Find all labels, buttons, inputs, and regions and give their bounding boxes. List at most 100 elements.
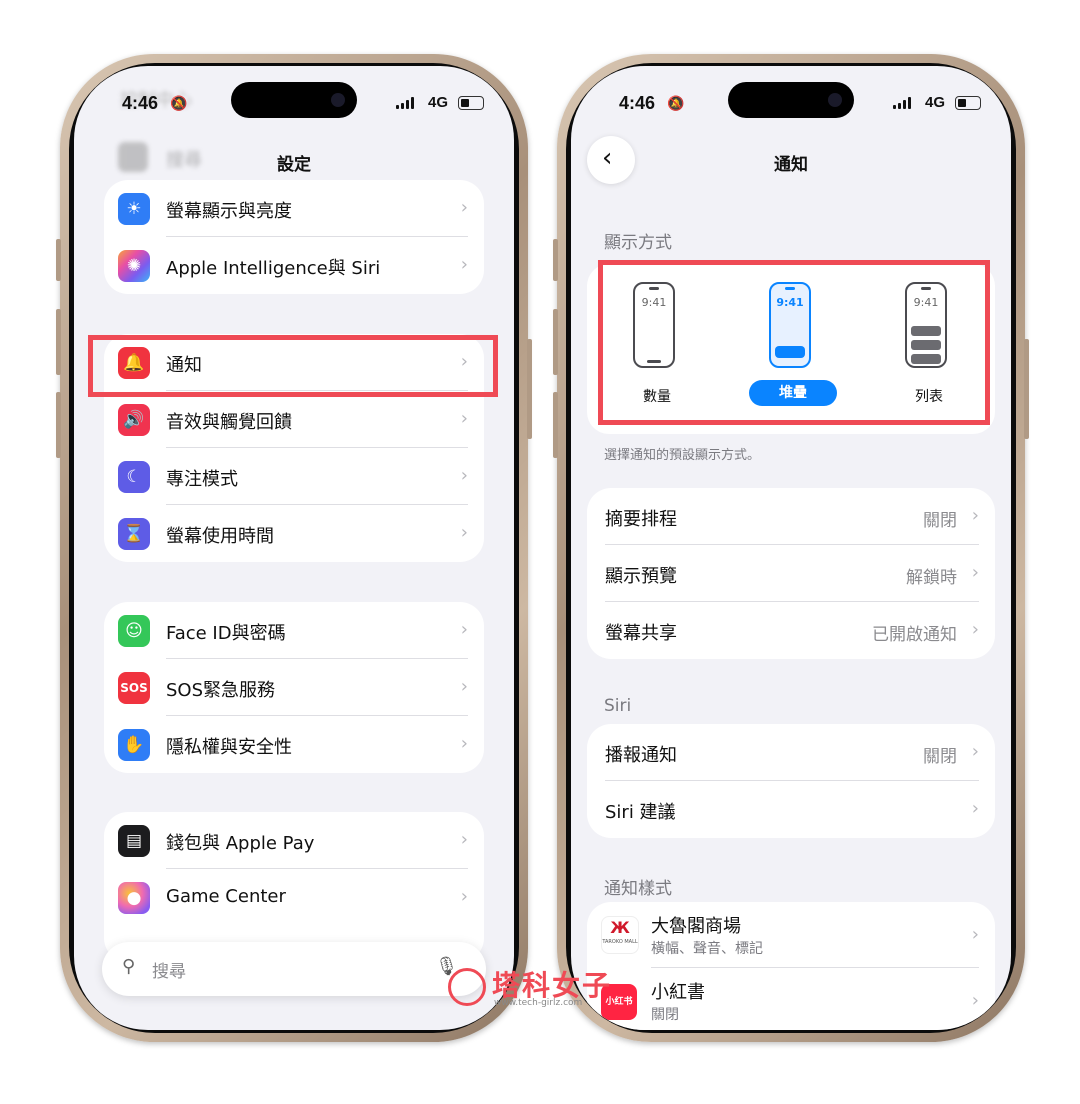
item-label: 音效與觸覺回饋 xyxy=(166,412,292,433)
notifications-screen: 4:46 🔕 4G ‹ 通知 顯示方式 9:41 數量 9:41 堆疊 9:41 xyxy=(571,66,1011,1030)
sos-icon: SOS xyxy=(118,672,150,704)
wallet-icon: ▤ xyxy=(118,825,150,857)
silent-bell-icon: 🔕 xyxy=(170,95,188,111)
item-value: 解鎖時 xyxy=(906,568,957,588)
chevron-right-icon: › xyxy=(971,924,979,945)
chevron-right-icon: › xyxy=(460,886,468,907)
item-label: Game Center xyxy=(166,886,286,907)
watermark-url: www.tech-girlz.com xyxy=(494,998,583,1008)
page-title: 設定 xyxy=(277,155,311,175)
item-label: SOS緊急服務 xyxy=(166,680,276,701)
item-label: Face ID與密碼 xyxy=(166,623,286,644)
item-value: 關閉 xyxy=(923,747,957,767)
chevron-right-icon: › xyxy=(460,619,468,640)
settings-item-display[interactable]: ☀ 螢幕顯示與亮度 › xyxy=(104,180,484,237)
settings-item-announce-notifications[interactable]: 播報通知 關閉 › xyxy=(587,724,995,781)
item-label: 螢幕顯示與亮度 xyxy=(166,201,292,222)
chevron-right-icon: › xyxy=(971,741,979,762)
chevron-right-icon: › xyxy=(971,562,979,583)
status-bar: 4:46 🔕 4G xyxy=(74,93,514,115)
network-type: 4G xyxy=(427,94,448,111)
settings-item-show-previews[interactable]: 顯示預覽 解鎖時 › xyxy=(587,545,995,602)
highlight-display-style xyxy=(598,260,990,425)
chevron-right-icon: › xyxy=(971,505,979,526)
item-label: 摘要排程 xyxy=(605,509,677,530)
item-label: 螢幕共享 xyxy=(605,623,677,644)
settings-group-security: ☺ Face ID與密碼 › SOS SOS緊急服務 › ✋ 隱私權與安全性 › xyxy=(104,602,484,773)
settings-group-display: ☀ 螢幕顯示與亮度 › ✺ Apple Intelligence與 Siri › xyxy=(104,180,484,294)
sun-icon: ☀ xyxy=(118,193,150,225)
speaker-icon: 🔊 xyxy=(118,404,150,436)
chevron-right-icon: › xyxy=(460,254,468,275)
watermark: 塔科女子 www.tech-girlz.com xyxy=(448,964,618,1014)
item-value: 關閉 xyxy=(923,511,957,531)
chevron-right-icon: › xyxy=(460,197,468,218)
app-name: 大魯閣商場 xyxy=(651,916,741,937)
action-button xyxy=(56,239,61,281)
section-header-siri: Siri xyxy=(604,696,632,716)
app-detail: 橫幅、聲音、標記 xyxy=(651,941,763,957)
chevron-right-icon: › xyxy=(971,990,979,1011)
game-center-icon: ● xyxy=(118,882,150,914)
display-footer: 選擇通知的預設顯示方式。 xyxy=(604,448,761,463)
settings-item-siri-suggestions[interactable]: Siri 建議 › xyxy=(587,781,995,838)
section-header-notification-style: 通知樣式 xyxy=(604,879,672,899)
chevron-right-icon: › xyxy=(460,733,468,754)
status-bar: 4:46 🔕 4G xyxy=(571,93,1011,115)
item-label: 專注模式 xyxy=(166,469,238,490)
apple-intelligence-icon: ✺ xyxy=(118,250,150,282)
chevron-right-icon: › xyxy=(460,522,468,543)
side-button xyxy=(1024,339,1029,439)
search-placeholder: 搜尋 xyxy=(152,962,186,982)
chevron-right-icon: › xyxy=(460,676,468,697)
hand-icon: ✋ xyxy=(118,729,150,761)
chevron-right-icon: › xyxy=(971,619,979,640)
app-name: 小紅書 xyxy=(651,982,705,1003)
watermark-logo-icon xyxy=(448,968,486,1006)
volume-up-button xyxy=(553,309,558,375)
app-detail: 關閉 xyxy=(651,1007,679,1023)
settings-item-sos[interactable]: SOS SOS緊急服務 › xyxy=(104,659,484,716)
settings-group-wallet: ▤ 錢包與 Apple Pay › ● Game Center › xyxy=(104,812,484,962)
settings-item-faceid[interactable]: ☺ Face ID與密碼 › xyxy=(104,602,484,659)
item-label: 顯示預覽 xyxy=(605,566,677,587)
settings-item-wallet[interactable]: ▤ 錢包與 Apple Pay › xyxy=(104,812,484,869)
chevron-right-icon: › xyxy=(460,408,468,429)
notification-settings-group: 摘要排程 關閉 › 顯示預覽 解鎖時 › 螢幕共享 已開啟通知 › xyxy=(587,488,995,659)
search-icon: ⚲ xyxy=(122,956,136,977)
settings-item-scheduled-summary[interactable]: 摘要排程 關閉 › xyxy=(587,488,995,545)
volume-down-button xyxy=(56,392,61,458)
battery-icon xyxy=(955,96,981,110)
chevron-right-icon: › xyxy=(971,798,979,819)
section-header-display: 顯示方式 xyxy=(604,233,672,253)
moon-icon: ☾ xyxy=(118,461,150,493)
silent-bell-icon: 🔕 xyxy=(667,95,685,111)
item-label: 隱私權與安全性 xyxy=(166,737,292,758)
app-item-taroko-mall[interactable]: Ж TAROKO MALL 大魯閣商場 橫幅、聲音、標記 › xyxy=(587,902,995,968)
item-label: 播報通知 xyxy=(605,745,677,766)
status-time: 4:46 xyxy=(619,93,656,113)
search-bar[interactable]: ⚲ 搜尋 🎙 xyxy=(102,942,486,996)
item-value: 已開啟通知 xyxy=(872,625,957,645)
faceid-icon: ☺ xyxy=(118,615,150,647)
settings-item-focus[interactable]: ☾ 專注模式 › xyxy=(104,448,484,505)
chevron-right-icon: › xyxy=(460,829,468,850)
hourglass-icon: ⌛ xyxy=(118,518,150,550)
left-phone: 控制中心 搜尋 4:46 🔕 4G 設定 ☀ 螢幕顯示與亮度 › ✺ Apple… xyxy=(56,54,532,1042)
cellular-signal-icon xyxy=(396,97,414,109)
item-label: 錢包與 Apple Pay xyxy=(166,833,315,854)
page-title: 通知 xyxy=(774,155,808,175)
settings-screen: 控制中心 搜尋 4:46 🔕 4G 設定 ☀ 螢幕顯示與亮度 › ✺ Apple… xyxy=(74,66,514,1030)
settings-item-apple-intelligence[interactable]: ✺ Apple Intelligence與 Siri › xyxy=(104,237,484,294)
settings-item-sounds[interactable]: 🔊 音效與觸覺回饋 › xyxy=(104,391,484,448)
status-time: 4:46 xyxy=(122,93,159,113)
app-item-xiaohongshu[interactable]: 小红书 小紅書 關閉 › xyxy=(587,968,995,1030)
network-type: 4G xyxy=(924,94,945,111)
right-phone: 4:46 🔕 4G ‹ 通知 顯示方式 9:41 數量 9:41 堆疊 9:41 xyxy=(553,54,1029,1042)
battery-icon xyxy=(458,96,484,110)
settings-item-privacy[interactable]: ✋ 隱私權與安全性 › xyxy=(104,716,484,773)
settings-item-game-center[interactable]: ● Game Center › xyxy=(104,869,484,926)
settings-item-screen-time[interactable]: ⌛ 螢幕使用時間 › xyxy=(104,505,484,562)
siri-group: 播報通知 關閉 › Siri 建議 › xyxy=(587,724,995,838)
settings-item-screen-sharing[interactable]: 螢幕共享 已開啟通知 › xyxy=(587,602,995,659)
